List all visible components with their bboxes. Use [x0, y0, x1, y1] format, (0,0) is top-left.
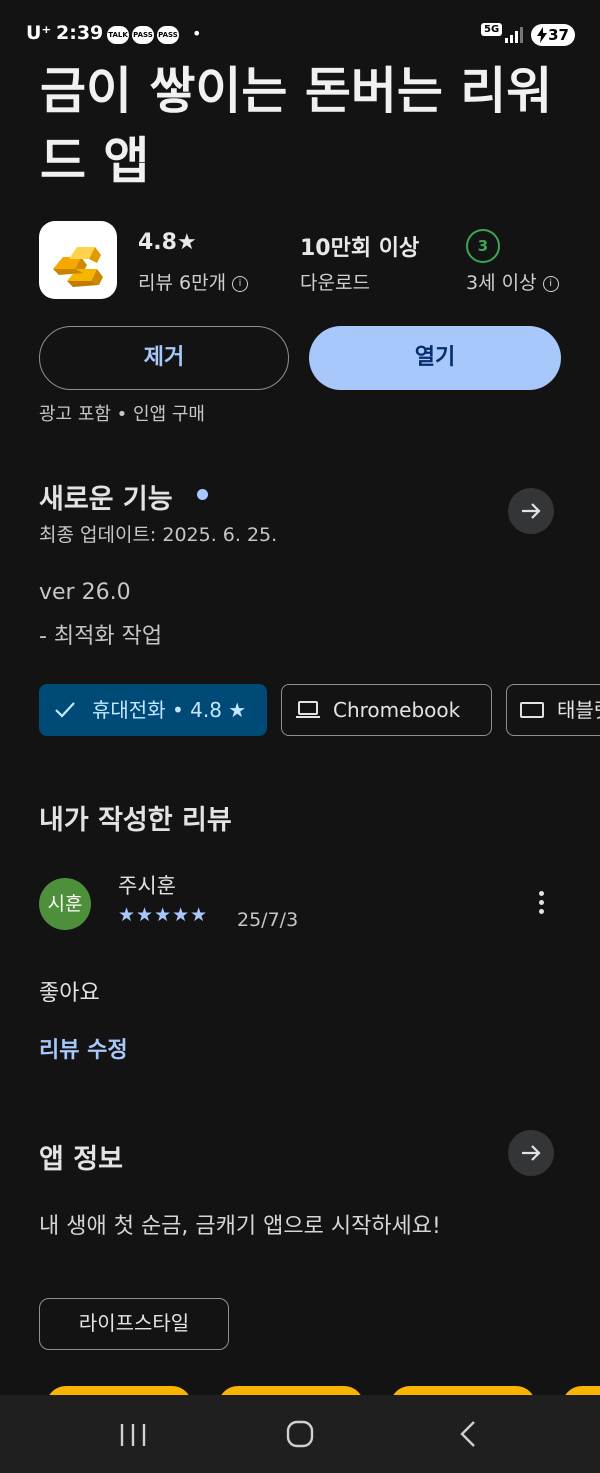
charging-icon — [537, 27, 547, 43]
uninstall-button[interactable]: 제거 — [39, 326, 289, 390]
tablet-icon — [520, 702, 544, 718]
carrier-label: U⁺ — [26, 22, 52, 44]
status-bar: U⁺ 2:39 TALK PASS PASS • 5G 37 — [0, 0, 600, 62]
talk-notification-icon: TALK — [107, 26, 129, 44]
age-rating-icon: 3 — [466, 229, 500, 263]
device-chip-tablet[interactable]: 태블릿 — [506, 684, 600, 736]
info-icon: i — [232, 275, 249, 292]
whats-new-arrow-button[interactable] — [508, 488, 554, 534]
whats-new-title: 새로운 기능 — [39, 484, 173, 515]
recent-apps-icon[interactable] — [119, 1422, 147, 1448]
network-5g-icon: 5G — [481, 23, 503, 36]
downloads-count: 10만회 이상 — [300, 236, 420, 261]
app-icon — [39, 221, 117, 299]
ads-note: 광고 포함 • 인앱 구매 — [39, 404, 205, 425]
avatar: 시훈 — [39, 878, 91, 930]
pass-notification-icon: PASS — [157, 26, 179, 44]
signal-icon — [505, 27, 523, 43]
device-chip-phone[interactable]: 휴대전화 • 4.8 ★ — [39, 684, 267, 736]
review-author: 주시훈 — [118, 874, 176, 898]
pass-notification-icon: PASS — [132, 26, 154, 44]
release-notes: - 최적화 작업 — [39, 624, 163, 649]
home-icon[interactable] — [286, 1420, 314, 1448]
downloads-label: 다운로드 — [300, 272, 370, 294]
device-chip-label: 휴대전화 • 4.8 ★ — [92, 698, 247, 722]
review-date: 25/7/3 — [237, 909, 299, 931]
battery-level: 37 — [548, 26, 569, 44]
navigation-bar — [0, 1395, 600, 1473]
check-icon — [55, 702, 75, 718]
device-chip-label: 태블릿 — [557, 698, 600, 722]
my-review-title: 내가 작성한 리뷰 — [39, 805, 232, 836]
age-rating-label[interactable]: 3세 이상 i — [466, 268, 559, 295]
device-chip-label: Chromebook — [333, 698, 461, 722]
rating-value: 4.8★ — [138, 230, 197, 255]
battery-indicator: 37 — [531, 24, 575, 46]
gold-bars-icon — [53, 247, 103, 287]
more-options-icon[interactable] — [533, 888, 549, 920]
arrow-right-icon — [522, 1145, 541, 1161]
notification-dot-icon: • — [192, 24, 202, 43]
device-chip-chromebook[interactable]: Chromebook — [281, 684, 492, 736]
app-description: 내 생애 첫 순금, 금캐기 앱으로 시작하세요! — [39, 1214, 441, 1239]
arrow-right-icon — [522, 503, 541, 519]
app-title: 금이 쌓이는 돈버는 리워드 앱 — [40, 62, 553, 190]
star-rating: ★★★★★ — [118, 904, 209, 926]
laptop-icon — [296, 701, 320, 718]
last-updated: 최종 업데이트: 2025. 6. 25. — [39, 524, 278, 546]
back-icon[interactable] — [458, 1420, 478, 1448]
status-time: 2:39 — [56, 22, 104, 44]
about-app-title: 앱 정보 — [39, 1144, 123, 1175]
review-text: 좋아요 — [39, 981, 100, 1006]
open-button[interactable]: 열기 — [309, 326, 561, 390]
version-text: ver 26.0 — [39, 580, 131, 605]
new-indicator-dot — [197, 489, 208, 500]
info-icon: i — [542, 275, 559, 292]
category-chip[interactable]: 라이프스타일 — [39, 1298, 229, 1350]
edit-review-link[interactable]: 리뷰 수정 — [39, 1032, 128, 1064]
about-app-arrow-button[interactable] — [508, 1130, 554, 1176]
reviews-count[interactable]: 리뷰 6만개 i — [138, 268, 249, 295]
